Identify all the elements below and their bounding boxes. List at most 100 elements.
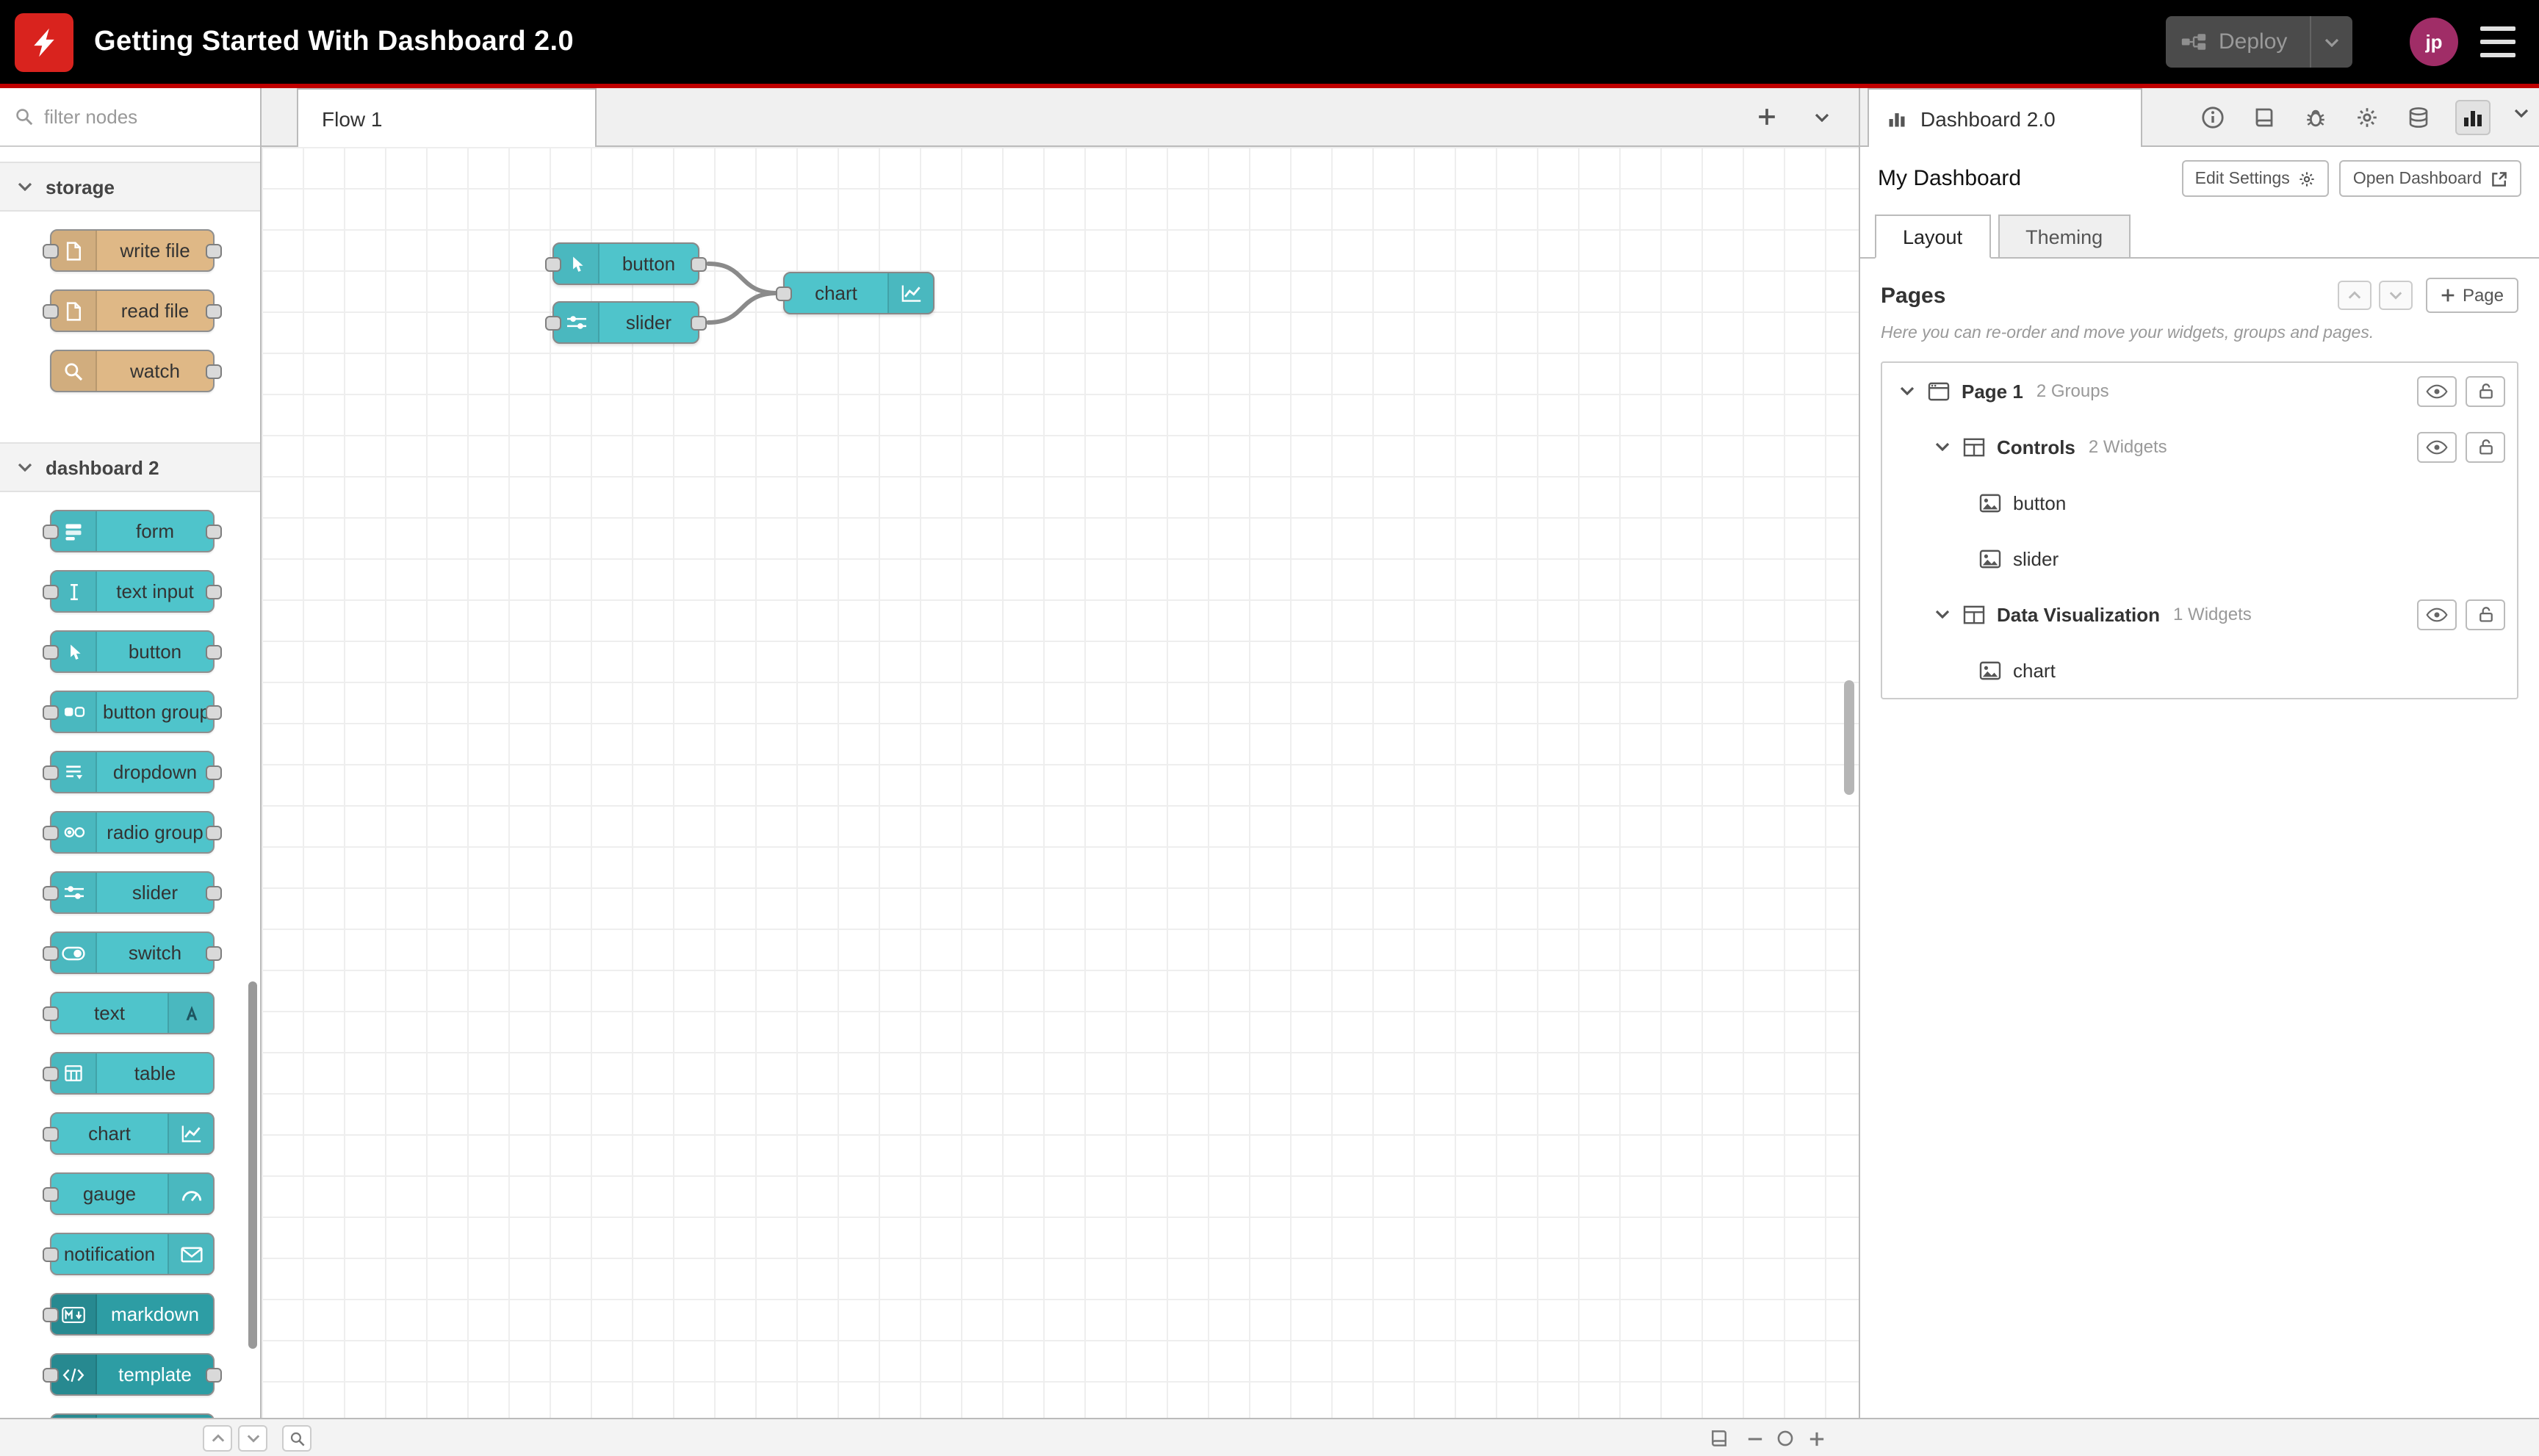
- add-page-button[interactable]: Page: [2425, 278, 2518, 313]
- tab-theming[interactable]: Theming: [1998, 215, 2131, 259]
- toggle-navigator-button[interactable]: [1704, 1425, 1734, 1452]
- tree-row-data-visualization[interactable]: Data Visualization 1 Widgets: [1882, 586, 2517, 642]
- input-port[interactable]: [43, 886, 59, 901]
- deploy-button[interactable]: Deploy: [2166, 16, 2352, 68]
- lock-button[interactable]: [2466, 599, 2505, 630]
- tree-row-chart[interactable]: chart: [1882, 642, 2517, 698]
- input-port[interactable]: [545, 257, 561, 272]
- palette-node-form[interactable]: form: [43, 510, 222, 552]
- lock-button[interactable]: [2466, 375, 2505, 406]
- flow-node-slider[interactable]: slider: [545, 301, 707, 344]
- output-port[interactable]: [206, 705, 222, 720]
- tab-layout[interactable]: Layout: [1875, 215, 1991, 259]
- palette-node-chart[interactable]: chart: [43, 1112, 215, 1155]
- input-port[interactable]: [43, 946, 59, 961]
- output-port[interactable]: [691, 257, 707, 272]
- output-port[interactable]: [206, 364, 222, 379]
- flow-list-button[interactable]: [1806, 101, 1838, 133]
- collapse-categories-button[interactable]: [203, 1425, 232, 1452]
- output-port[interactable]: [206, 585, 222, 599]
- palette-node-markdown[interactable]: markdown: [43, 1293, 215, 1336]
- zoom-out-button[interactable]: [1740, 1425, 1769, 1452]
- input-port[interactable]: [43, 1187, 59, 1202]
- chevron-down-icon[interactable]: [2514, 109, 2529, 118]
- input-port[interactable]: [43, 1247, 59, 1262]
- chevron-down-icon[interactable]: [1900, 386, 1916, 395]
- input-port[interactable]: [43, 765, 59, 780]
- palette-search[interactable]: [0, 88, 260, 147]
- palette-node-table[interactable]: table: [43, 1052, 215, 1095]
- input-port[interactable]: [43, 1067, 59, 1081]
- chevron-down-icon[interactable]: [1935, 442, 1951, 451]
- input-port[interactable]: [43, 244, 59, 259]
- expand-categories-button[interactable]: [238, 1425, 267, 1452]
- input-port[interactable]: [545, 316, 561, 331]
- palette-node-slider[interactable]: slider: [43, 871, 222, 914]
- palette-category-storage[interactable]: storage: [0, 162, 260, 212]
- input-port[interactable]: [43, 525, 59, 539]
- search-flows-button[interactable]: [282, 1425, 311, 1452]
- move-up-button[interactable]: [2337, 281, 2371, 310]
- palette-node-button-group[interactable]: button group: [43, 691, 222, 733]
- output-port[interactable]: [206, 765, 222, 780]
- add-flow-button[interactable]: [1750, 101, 1782, 133]
- output-port[interactable]: [206, 946, 222, 961]
- output-port[interactable]: [206, 645, 222, 660]
- input-port[interactable]: [43, 645, 59, 660]
- bar-chart-icon[interactable]: [2455, 99, 2491, 134]
- filter-nodes-input[interactable]: [44, 106, 245, 128]
- palette-node-gauge[interactable]: gauge: [43, 1172, 215, 1215]
- output-port[interactable]: [206, 826, 222, 840]
- visibility-button[interactable]: [2417, 375, 2457, 406]
- palette-node-read-file[interactable]: read file: [43, 289, 222, 332]
- flow-canvas[interactable]: button slider chart: [262, 147, 1859, 1456]
- tree-row-page-1[interactable]: Page 1 2 Groups: [1882, 363, 2517, 419]
- main-menu-button[interactable]: [2480, 26, 2515, 57]
- palette-scrollbar[interactable]: [248, 981, 257, 1349]
- flow-node-chart[interactable]: chart: [776, 272, 934, 314]
- input-port[interactable]: [43, 1368, 59, 1383]
- canvas-vertical-scrollbar[interactable]: [1844, 680, 1854, 795]
- gear-icon[interactable]: [2352, 102, 2382, 131]
- visibility-button[interactable]: [2417, 599, 2457, 630]
- book-icon[interactable]: [2250, 102, 2279, 131]
- tree-row-controls[interactable]: Controls 2 Widgets: [1882, 419, 2517, 475]
- palette-node-button[interactable]: button: [43, 630, 222, 673]
- zoom-reset-button[interactable]: [1771, 1425, 1800, 1452]
- output-port[interactable]: [206, 244, 222, 259]
- sidebar-tab-dashboard[interactable]: Dashboard 2.0: [1868, 88, 2142, 147]
- input-port[interactable]: [43, 1308, 59, 1322]
- input-port[interactable]: [43, 826, 59, 840]
- tree-row-slider[interactable]: slider: [1882, 530, 2517, 586]
- user-avatar[interactable]: jp: [2410, 18, 2458, 66]
- palette-node-dropdown[interactable]: dropdown: [43, 751, 222, 793]
- input-port[interactable]: [43, 1006, 59, 1021]
- zoom-in-button[interactable]: [1801, 1425, 1831, 1452]
- output-port[interactable]: [206, 886, 222, 901]
- deploy-options-button[interactable]: [2311, 37, 2352, 46]
- output-port[interactable]: [206, 525, 222, 539]
- edit-settings-button[interactable]: Edit Settings: [2181, 160, 2330, 197]
- tree-row-button[interactable]: button: [1882, 475, 2517, 530]
- info-icon[interactable]: [2198, 102, 2228, 131]
- palette-node-watch[interactable]: watch: [50, 350, 222, 392]
- palette-node-text-input[interactable]: text input: [43, 570, 222, 613]
- move-down-button[interactable]: [2378, 281, 2413, 310]
- palette-node-radio-group[interactable]: radio group: [43, 811, 222, 854]
- input-port[interactable]: [776, 286, 792, 301]
- layers-icon[interactable]: [2404, 102, 2433, 131]
- palette-node-text[interactable]: text: [43, 992, 215, 1034]
- chevron-down-icon[interactable]: [1935, 610, 1951, 619]
- output-port[interactable]: [206, 304, 222, 319]
- input-port[interactable]: [43, 1127, 59, 1142]
- tab-flow-1[interactable]: Flow 1: [297, 88, 597, 147]
- palette-node-write-file[interactable]: write file: [43, 229, 222, 272]
- input-port[interactable]: [43, 705, 59, 720]
- palette-node-template[interactable]: template: [43, 1353, 222, 1396]
- palette-category-dashboard2[interactable]: dashboard 2: [0, 442, 260, 492]
- output-port[interactable]: [691, 316, 707, 331]
- input-port[interactable]: [43, 304, 59, 319]
- palette-node-notification[interactable]: notification: [43, 1233, 215, 1275]
- bug-icon[interactable]: [2301, 102, 2330, 131]
- output-port[interactable]: [206, 1368, 222, 1383]
